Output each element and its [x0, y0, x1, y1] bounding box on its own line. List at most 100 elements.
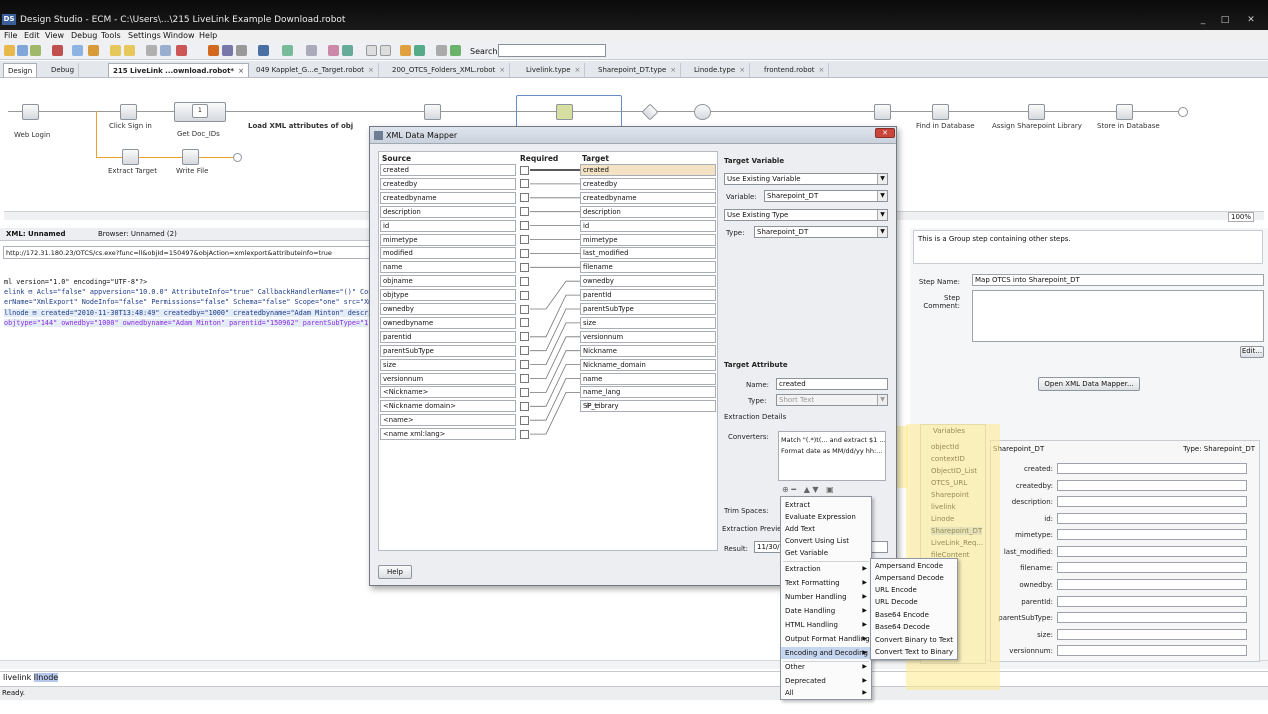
menu-file[interactable]: File: [4, 31, 17, 40]
tab-browser[interactable]: Browser: Unnamed (2): [98, 230, 177, 238]
source-field[interactable]: name: [380, 261, 516, 274]
step-assign-library[interactable]: [1028, 104, 1045, 120]
menu-item-ampersand-decode[interactable]: Ampersand Decode: [871, 572, 957, 584]
attr-field[interactable]: [1057, 480, 1247, 491]
maximize-button[interactable]: □: [1218, 14, 1232, 26]
target-field[interactable]: filename: [580, 261, 716, 274]
step-find-in-database[interactable]: [932, 104, 949, 120]
required-checkbox[interactable]: [520, 332, 529, 342]
menu-item-base64-encode[interactable]: Base64 Encode: [871, 609, 957, 621]
source-field[interactable]: modified: [380, 247, 516, 260]
variable-item[interactable]: contextID: [931, 455, 965, 463]
debug-icon[interactable]: [222, 45, 233, 56]
target-field[interactable]: created: [580, 164, 716, 176]
branch-icon[interactable]: [160, 45, 171, 56]
variable-select[interactable]: Sharepoint_DT ▼: [764, 190, 888, 202]
target-field[interactable]: createdbyname: [580, 191, 716, 204]
layout-icon[interactable]: [258, 45, 269, 56]
target-field[interactable]: ownedby: [580, 275, 716, 288]
menu-tools[interactable]: Tools: [101, 31, 121, 40]
type-mode-select[interactable]: Use Existing Type ▼: [724, 209, 888, 221]
stop-icon[interactable]: [52, 45, 63, 56]
play-icon[interactable]: [450, 45, 461, 56]
menu-item-all[interactable]: All ▶: [781, 687, 871, 699]
find-icon[interactable]: [328, 45, 339, 56]
required-checkbox[interactable]: [520, 387, 529, 397]
attr-field[interactable]: [1057, 562, 1247, 573]
target-field[interactable]: parentId: [580, 289, 716, 302]
menu-item-url-decode[interactable]: URL Decode: [871, 596, 957, 608]
menu-item-text-formatting[interactable]: Text Formatting ▶: [781, 577, 871, 589]
required-checkbox[interactable]: [520, 207, 529, 217]
target-field[interactable]: versionnum: [580, 330, 716, 343]
variable-item[interactable]: ObjectID_List: [931, 467, 977, 475]
step-web-login[interactable]: [22, 104, 39, 120]
required-checkbox[interactable]: [520, 235, 529, 244]
menu-item-html-handling[interactable]: HTML Handling ▶: [781, 619, 871, 631]
menu-item-extract[interactable]: Extract: [781, 499, 871, 511]
tab-xml[interactable]: XML: Unnamed: [6, 230, 66, 238]
open-icon[interactable]: [4, 45, 15, 56]
close-icon[interactable]: ×: [575, 66, 581, 74]
type-select[interactable]: Sharepoint_DT ▼: [754, 226, 888, 238]
copy-icon[interactable]: [88, 45, 99, 56]
minimize-button[interactable]: _: [1196, 14, 1210, 26]
menu-item-extraction[interactable]: Extraction ▶: [781, 563, 871, 575]
close-icon[interactable]: ×: [670, 66, 676, 74]
xml-view[interactable]: ml version="1.0" encoding="UTF-8"?> elin…: [0, 264, 413, 659]
target-field[interactable]: Nickname_domain: [580, 358, 716, 371]
variable-item[interactable]: LiveLink_Req...: [931, 539, 983, 547]
target-field[interactable]: last_modified: [580, 247, 716, 260]
required-checkbox[interactable]: [520, 276, 529, 286]
branch-point[interactable]: [641, 103, 659, 121]
target-field[interactable]: description: [580, 205, 716, 218]
tab-doc-6[interactable]: Linode.type ×: [690, 63, 751, 77]
target-field[interactable]: size: [580, 316, 716, 329]
source-field[interactable]: objtype: [380, 289, 516, 302]
tab-debug[interactable]: Debug: [47, 63, 80, 77]
menu-item-encoding-decoding[interactable]: Encoding and Decoding ▶: [781, 647, 871, 659]
source-field[interactable]: <Nickname>: [380, 386, 516, 399]
step-node[interactable]: [424, 104, 441, 120]
menu-edit[interactable]: Edit: [24, 31, 40, 40]
required-checkbox[interactable]: [520, 374, 529, 383]
required-checkbox[interactable]: [520, 304, 529, 314]
tab-doc-5[interactable]: Sharepoint_DT.type ×: [594, 63, 682, 77]
source-field[interactable]: versionnum: [380, 372, 516, 385]
variable-item[interactable]: objectId: [931, 443, 959, 451]
menu-item-number-handling[interactable]: Number Handling ▶: [781, 591, 871, 603]
menu-item-base64-decode[interactable]: Base64 Decode: [871, 621, 957, 633]
menu-help[interactable]: Help: [199, 31, 217, 40]
menu-item-other[interactable]: Other ▶: [781, 661, 871, 673]
close-icon[interactable]: ×: [238, 67, 244, 75]
tab-design[interactable]: Design: [3, 63, 38, 77]
menu-item-evaluate-expression[interactable]: Evaluate Expression: [781, 511, 871, 523]
source-field[interactable]: createdbyname: [380, 191, 516, 204]
zoom-in-icon[interactable]: [366, 45, 377, 56]
attr-field[interactable]: [1057, 513, 1247, 524]
save-icon[interactable]: [17, 45, 28, 56]
close-button[interactable]: ✕: [1244, 14, 1258, 26]
step-store-in-database[interactable]: [1116, 104, 1133, 120]
breakpoint-icon[interactable]: [236, 45, 247, 56]
delete-icon[interactable]: [176, 45, 187, 56]
help-button[interactable]: Help: [378, 565, 412, 579]
step-node[interactable]: [874, 104, 891, 120]
source-field[interactable]: mimetype: [380, 233, 516, 246]
tab-doc-2[interactable]: 049 Kapplet_G...e_Target.robot ×: [252, 63, 379, 77]
target-field[interactable]: name_lang: [580, 386, 716, 399]
required-checkbox[interactable]: [520, 318, 529, 328]
menu-window[interactable]: Window: [163, 31, 195, 40]
add-remove-target-icons[interactable]: + ━: [584, 401, 600, 411]
required-checkbox[interactable]: [520, 415, 529, 425]
menu-debug[interactable]: Debug: [71, 31, 97, 40]
attr-field[interactable]: [1057, 546, 1247, 557]
zoom-out-icon[interactable]: [380, 45, 391, 56]
close-icon[interactable]: ×: [499, 66, 505, 74]
required-checkbox[interactable]: [520, 165, 529, 175]
target-field[interactable]: name: [580, 372, 716, 385]
close-icon[interactable]: ×: [368, 66, 374, 74]
required-checkbox[interactable]: [520, 248, 529, 258]
loop-get-doc-ids[interactable]: 1: [174, 102, 226, 122]
menu-item-ampersand-encode[interactable]: Ampersand Encode: [871, 560, 957, 572]
